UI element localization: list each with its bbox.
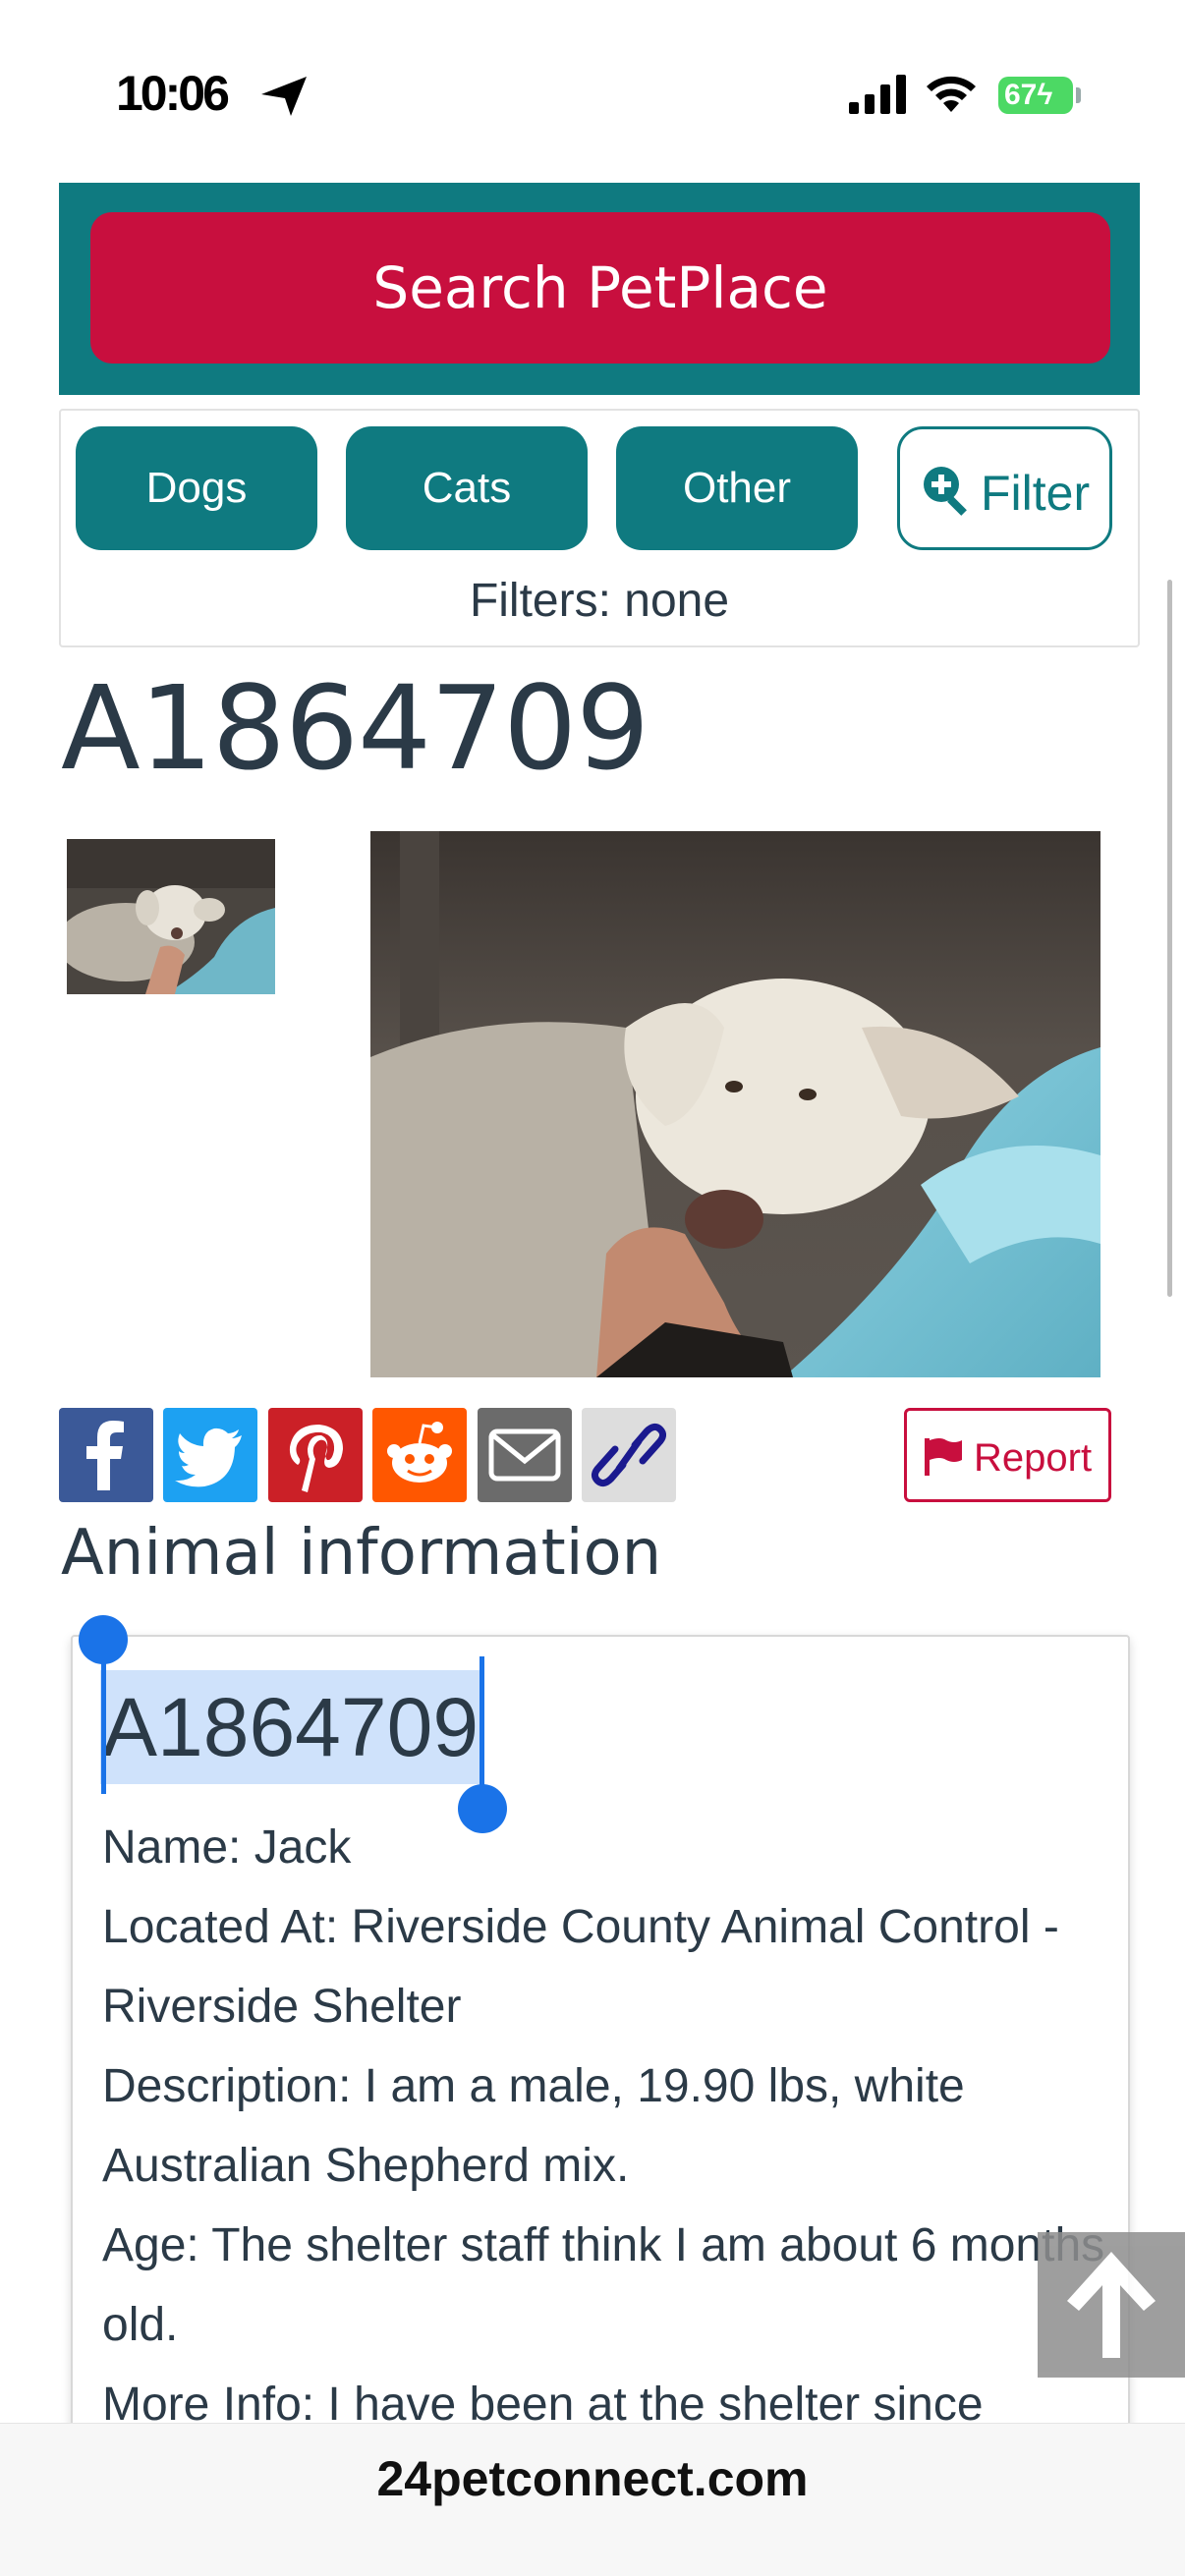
zoom-plus-icon	[924, 467, 967, 516]
location-arrow-icon	[261, 77, 307, 116]
filter-button[interactable]: Filter	[897, 426, 1112, 550]
share-facebook-button[interactable]	[59, 1408, 153, 1502]
main-photo[interactable]	[370, 831, 1100, 1377]
battery-cap	[1076, 87, 1081, 103]
animal-information-heading: Animal information	[61, 1517, 662, 1590]
filter-label: Filter	[981, 466, 1091, 521]
facebook-icon	[86, 1421, 124, 1490]
info-age: Age: The shelter staff think I am about …	[102, 2219, 1105, 2351]
selection-start-bar	[101, 1651, 106, 1794]
share-email-button[interactable]	[478, 1408, 572, 1502]
copy-link-button[interactable]	[582, 1408, 676, 1502]
pill-other[interactable]: Other	[616, 426, 858, 550]
filters-status: Filters: none	[469, 575, 730, 627]
reddit-icon	[387, 1422, 452, 1483]
mail-icon	[488, 1428, 561, 1482]
info-location: Located At: Riverside County Animal Cont…	[102, 1901, 1059, 2033]
pill-dogs[interactable]: Dogs	[76, 426, 317, 550]
scroll-to-top-button[interactable]	[1038, 2232, 1185, 2378]
page-title: A1864709	[61, 660, 649, 796]
selection-start-handle[interactable]	[79, 1615, 128, 1664]
animal-id-selected-text[interactable]: A1864709	[100, 1670, 485, 1784]
photo-thumbnail[interactable]	[67, 839, 275, 994]
status-time: 10:06	[116, 66, 230, 121]
share-twitter-button[interactable]	[163, 1408, 257, 1502]
search-petplace-button[interactable]: Search PetPlace	[90, 212, 1110, 364]
cell-signal-icon	[849, 75, 906, 114]
share-pinterest-button[interactable]	[268, 1408, 363, 1502]
status-bar: 10:06 67ϟ	[0, 0, 1185, 177]
pinterest-icon	[289, 1425, 343, 1492]
dog-photo-image	[370, 831, 1100, 1377]
link-icon	[591, 1423, 667, 1487]
page-scrollbar[interactable]	[1167, 580, 1172, 1297]
wifi-icon	[927, 76, 976, 112]
battery-level: 67	[1004, 79, 1038, 111]
arrow-up-icon	[1067, 2252, 1156, 2358]
animal-info-lines: Name: Jack Located At: Riverside County …	[102, 1808, 1114, 2444]
report-button[interactable]: Report	[904, 1408, 1111, 1502]
info-name: Name: Jack	[102, 1821, 352, 1874]
twitter-icon	[175, 1428, 242, 1487]
flag-icon	[925, 1438, 962, 1476]
report-label: Report	[974, 1436, 1093, 1480]
pill-cats[interactable]: Cats	[346, 426, 588, 550]
dog-thumbnail-image	[67, 839, 275, 994]
charging-icon: ϟ	[1037, 79, 1053, 111]
battery-indicator: 67ϟ	[998, 77, 1073, 114]
info-description: Description: I am a male, 19.90 lbs, whi…	[102, 2060, 965, 2192]
share-reddit-button[interactable]	[372, 1408, 467, 1502]
url-text[interactable]: 24petconnect.com	[0, 2450, 1185, 2507]
